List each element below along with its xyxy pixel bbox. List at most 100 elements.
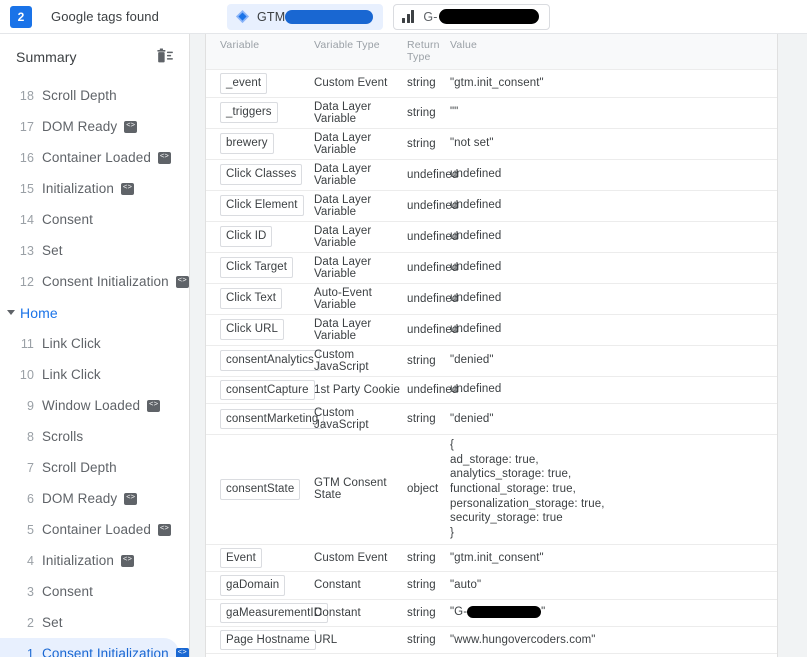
table-row[interactable]: gaDomain Constant string "auto": [206, 571, 777, 600]
variable-name-pill[interactable]: consentMarketing: [220, 408, 325, 430]
variable-name-pill[interactable]: Click ID: [220, 226, 273, 247]
variable-name-pill[interactable]: Click Classes: [220, 164, 303, 185]
sidebar-item-label: Scroll Depth: [42, 88, 117, 103]
sidebar-item-number: 4: [26, 553, 34, 568]
sidebar-item-label: Consent Initialization: [42, 646, 169, 657]
cell-value: undefined: [450, 252, 777, 284]
variable-name-pill[interactable]: Click Target: [220, 257, 294, 278]
variable-name-pill[interactable]: gaMeasurementID: [220, 602, 329, 624]
code-badge-icon: <>: [124, 120, 138, 133]
cell-variable-type: Custom JavaScript: [314, 345, 407, 377]
cell-return-type: undefined: [407, 190, 458, 222]
variable-name-pill[interactable]: brewery: [220, 133, 274, 154]
cell-variable: Event: [206, 544, 314, 573]
sidebar-item-label: Home: [20, 304, 58, 321]
table-row[interactable]: consentAnalytics Custom JavaScript string "…: [206, 345, 777, 377]
sidebar-item-1[interactable]: 1 Consent Initialization <>: [0, 638, 189, 657]
cell-value: "not set": [450, 128, 777, 160]
sidebar-item-label: DOM Ready: [42, 491, 118, 506]
cell-return-type: string: [407, 128, 450, 160]
variable-name-pill[interactable]: Click Element: [220, 195, 304, 216]
sidebar-group-home[interactable]: Home: [0, 297, 189, 328]
sidebar-item-14[interactable]: 14 Consent: [0, 204, 189, 235]
sidebar-item-label: Scrolls: [42, 429, 84, 444]
sidebar-item-number: 15: [19, 181, 34, 196]
table-row[interactable]: gaMeasurementID Constant string "G- ": [206, 599, 777, 628]
variable-name-pill[interactable]: gaDomain: [220, 575, 286, 596]
table-row[interactable]: Click URL Data Layer Variable undefined und…: [206, 314, 777, 346]
sidebar-item-label: Container Loaded: [42, 150, 151, 165]
table-row[interactable]: Click ID Data Layer Variable undefined unde…: [206, 221, 777, 253]
sidebar-item-number: 16: [19, 150, 34, 165]
column-header-variable-type[interactable]: Variable Type: [314, 34, 407, 71]
trash-list-icon[interactable]: [155, 48, 175, 66]
table-row[interactable]: consentMarketing Custom JavaScript string "…: [206, 403, 777, 435]
column-header-value[interactable]: Value: [450, 34, 777, 71]
sidebar-item-8[interactable]: 8 Scrolls: [0, 421, 189, 452]
sidebar-item-label: Consent: [42, 584, 93, 599]
cell-return-type: string: [407, 571, 450, 600]
sidebar-item-4[interactable]: 4 Initialization <>: [0, 545, 189, 576]
table-row[interactable]: Click Target Data Layer Variable undefined…: [206, 252, 777, 284]
cell-variable-type: 1st Party Cookie: [314, 376, 407, 404]
sidebar-item-13[interactable]: 13 Set: [0, 235, 189, 266]
cell-return-type: string: [407, 544, 450, 573]
variable-name-pill[interactable]: _triggers: [220, 102, 278, 123]
sidebar-item-17[interactable]: 17 DOM Ready <>: [0, 111, 189, 142]
column-header-return-type[interactable]: Return Type: [407, 34, 450, 71]
sidebar-item-number: 5: [26, 522, 34, 537]
column-header-variable[interactable]: Variable: [206, 34, 314, 71]
table-row[interactable]: consentState GTM Consent State object{ ad_…: [206, 434, 777, 545]
cell-return-type: undefined: [407, 376, 458, 404]
chip-ga4-container[interactable]: G-: [393, 3, 550, 30]
table-row[interactable]: brewery Data Layer Variable string "not set…: [206, 128, 777, 160]
table-row[interactable]: _event Custom Event string "gtm.init_consen…: [206, 69, 777, 98]
variable-name-pill[interactable]: Page Hostname: [220, 630, 316, 651]
table-row[interactable]: consentCapture 1st Party Cookie undefined u…: [206, 376, 777, 404]
tags-found-label: Google tags found: [51, 9, 159, 24]
sidebar-item-18[interactable]: 18 Scroll Depth: [0, 80, 189, 111]
sidebar-item-5[interactable]: 5 Container Loaded <>: [0, 514, 189, 545]
variable-name-pill[interactable]: Event: [220, 547, 262, 569]
top-bar: 2 Google tags found GTM G-: [0, 0, 807, 34]
cell-value: "www.hungovercoders.com": [450, 626, 777, 655]
code-badge-icon: <>: [147, 399, 161, 412]
cell-value: { ad_storage: true, analytics_storage: t…: [450, 434, 777, 545]
table-row[interactable]: Event Custom Event string "gtm.init_consent…: [206, 544, 777, 573]
chip-gtm-container[interactable]: GTM: [226, 3, 384, 30]
sidebar-item-15[interactable]: 15 Initialization <>: [0, 173, 189, 204]
sidebar-item-9[interactable]: 9 Window Loaded <>: [0, 390, 189, 421]
sidebar-item-label: Initialization: [42, 181, 114, 196]
sidebar-item-7[interactable]: 7 Scroll Depth: [0, 452, 189, 483]
cell-variable: consentMarketing: [206, 403, 325, 435]
cell-return-type: object: [407, 434, 450, 545]
sidebar-item-number: 14: [19, 212, 34, 227]
variable-name-pill[interactable]: consentCapture: [220, 379, 315, 400]
cell-return-type: undefined: [407, 283, 458, 315]
table-row[interactable]: Click Text Auto-Event Variable undefined un…: [206, 283, 777, 315]
sidebar-item-10[interactable]: 10 Link Click: [0, 359, 189, 390]
sidebar-item-3[interactable]: 3 Consent: [0, 576, 189, 607]
sidebar-item-12[interactable]: 12 Consent Initialization <>: [0, 266, 189, 297]
table-row[interactable]: Page Hostname URL string "www.hungovercoder…: [206, 626, 777, 655]
table-row[interactable]: Click Classes Data Layer Variable undefine…: [206, 159, 777, 191]
variable-name-pill[interactable]: consentState: [220, 479, 301, 500]
chevron-down-icon[interactable]: [2, 310, 20, 315]
sidebar-item-number: 3: [26, 584, 34, 599]
variable-name-pill[interactable]: Click Text: [220, 288, 282, 309]
variable-name-pill[interactable]: Click URL: [220, 319, 285, 340]
event-sidebar[interactable]: Summary 18 Scroll Depth 17 DOM Ready <> 16 Con…: [0, 34, 190, 657]
sidebar-item-label: Window Loaded: [42, 398, 141, 413]
sidebar-item-11[interactable]: 11 Link Click: [0, 328, 189, 359]
variable-name-pill[interactable]: _event: [220, 73, 268, 94]
sidebar-item-label: Set: [42, 243, 63, 258]
table-row[interactable]: Click Element Data Layer Variable undefine…: [206, 190, 777, 222]
sidebar-item-6[interactable]: 6 DOM Ready <>: [0, 483, 189, 514]
table-row[interactable]: _triggers Data Layer Variable string "": [206, 97, 777, 129]
cell-variable: Click Element: [206, 190, 314, 222]
sidebar-item-number: 18: [19, 88, 34, 103]
sidebar-item-label: Container Loaded: [42, 522, 151, 537]
sidebar-item-16[interactable]: 16 Container Loaded <>: [0, 142, 189, 173]
sidebar-item-2[interactable]: 2 Set: [0, 607, 189, 638]
variable-name-pill[interactable]: consentAnalytics: [220, 350, 320, 371]
